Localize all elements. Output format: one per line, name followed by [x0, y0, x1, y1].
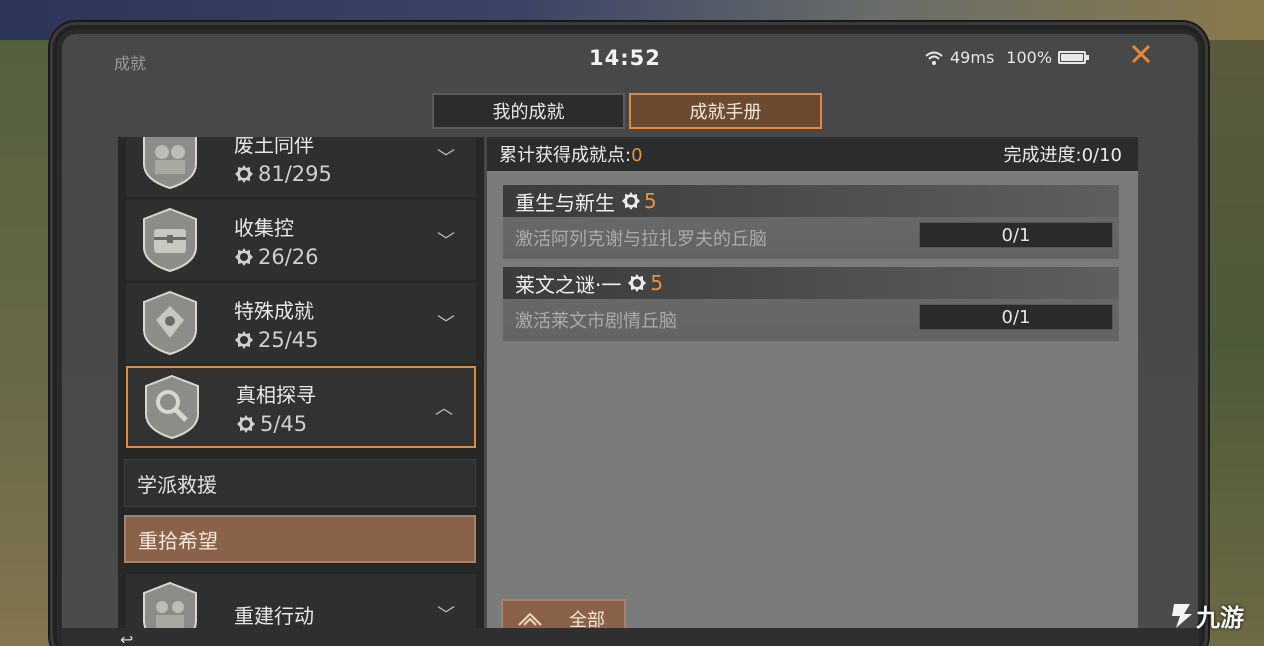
close-icon: [1131, 44, 1151, 64]
status-indicators: 49ms 100%: [924, 48, 1090, 67]
achievement-progress: 0/1: [919, 222, 1113, 248]
total-points-value: 0: [631, 145, 643, 166]
chevron-down-icon: ﹀: [437, 314, 455, 335]
watermark-text: 九游: [1196, 604, 1244, 632]
category-score: 5/45: [236, 412, 424, 436]
achievement-title-bar: 重生与新生 5: [503, 185, 1119, 217]
achievement-point-icon: [235, 330, 253, 349]
screen-title: 成就: [114, 54, 147, 73]
achievement-title: 莱文之谜·一: [515, 272, 622, 297]
achievement-point-icon: [622, 192, 640, 210]
category-score-value: 81/295: [258, 161, 332, 186]
magnifier-badge-icon: [134, 369, 210, 445]
chest-badge-icon: [132, 202, 208, 278]
summary-bar: 累计获得成就点:0 完成进度:0/10: [487, 137, 1138, 171]
category-score-value: 5/45: [260, 411, 308, 436]
wifi-icon: [925, 51, 943, 65]
special-badge-icon: [132, 285, 208, 361]
achievement-title: 重生与新生: [515, 190, 615, 215]
completion-progress-value: 0/10: [1081, 145, 1122, 166]
chevron-down-icon: ﹀: [437, 605, 455, 626]
category-score: 26/26: [234, 245, 426, 269]
chevron-down-icon: ﹀: [437, 231, 455, 252]
category-item-special[interactable]: 特殊成就 25/45 ﹀: [126, 283, 476, 363]
category-score-value: 26/26: [258, 244, 319, 269]
category-name: 真相探寻: [236, 382, 316, 407]
tab-achievement-handbook[interactable]: 成就手册: [629, 93, 822, 129]
total-points-label: 累计获得成就点:: [499, 145, 632, 166]
bottom-bar: [62, 628, 1198, 646]
companion-badge-icon: [132, 137, 208, 195]
achievement-card[interactable]: 重生与新生 5 激活阿列克谢与拉扎罗夫的丘脑 0/1: [503, 185, 1119, 259]
achievement-points: 5: [627, 271, 663, 295]
category-item-companion[interactable]: 废土同伴 81/295 ﹀: [126, 137, 476, 197]
subcategory-regain-hope[interactable]: 重拾希望: [124, 515, 476, 563]
total-points: 累计获得成就点:0: [499, 141, 643, 167]
category-score: 25/45: [234, 328, 426, 352]
chevron-down-icon: ﹀: [437, 148, 455, 169]
battery-icon: [1058, 51, 1090, 64]
battery-percent: 100%: [1006, 48, 1053, 67]
achievement-progress: 0/1: [919, 304, 1113, 330]
category-name: 收集控: [234, 215, 294, 240]
achievement-points-value: 5: [644, 189, 657, 213]
category-name: 特殊成就: [234, 298, 314, 323]
achievement-title-bar: 莱文之谜·一 5: [503, 267, 1119, 299]
clock-time: 14:52: [589, 46, 661, 70]
category-name: 废土同伴: [234, 137, 314, 157]
achievement-point-icon: [235, 164, 253, 183]
completion-progress: 完成进度:0/10: [1004, 141, 1123, 167]
chevron-up-icon: [518, 612, 542, 626]
achievement-screen: 成就 14:52 49ms 100% 我的成就 成就手册 废土同伴 81/295…: [62, 34, 1198, 646]
achievement-description: 激活阿列克谢与拉扎罗夫的丘脑: [515, 229, 767, 250]
ping-value: 49ms: [950, 48, 995, 67]
category-item-collector[interactable]: 收集控 26/26 ﹀: [126, 200, 476, 280]
tab-my-achievements[interactable]: 我的成就: [432, 93, 625, 129]
subcategory-school-rescue[interactable]: 学派救援: [124, 459, 476, 507]
achievement-point-icon: [628, 274, 647, 292]
close-button[interactable]: [1126, 42, 1156, 72]
tab-bar: 我的成就 成就手册: [432, 93, 822, 129]
watermark-logo-icon: [1172, 603, 1192, 628]
category-score: 81/295: [234, 162, 426, 186]
achievement-card[interactable]: 莱文之谜·一 5 激活莱文市剧情丘脑 0/1: [503, 267, 1119, 341]
back-arrow-icon[interactable]: ↩: [120, 630, 133, 646]
achievement-points: 5: [621, 189, 657, 213]
category-list[interactable]: 废土同伴 81/295 ﹀ 收集控 26/26 ﹀ 特殊成就 25/45 ﹀ 真…: [118, 137, 484, 646]
category-name: 重建行动: [234, 603, 314, 628]
achievement-description: 激活莱文市剧情丘脑: [515, 311, 677, 332]
chevron-up-icon: ︿: [435, 398, 453, 419]
achievement-list[interactable]: 重生与新生 5 激活阿列克谢与拉扎罗夫的丘脑 0/1 莱文之谜·一 5 激活莱文…: [487, 171, 1138, 646]
watermark: 九游: [1170, 598, 1244, 633]
achievement-point-icon: [235, 247, 253, 266]
achievement-points-value: 5: [650, 271, 664, 295]
category-item-truth-seeking[interactable]: 真相探寻 5/45 ︿: [126, 366, 476, 448]
completion-progress-label: 完成进度:: [1003, 145, 1082, 166]
category-score-value: 25/45: [258, 327, 319, 352]
achievement-point-icon: [237, 414, 255, 433]
